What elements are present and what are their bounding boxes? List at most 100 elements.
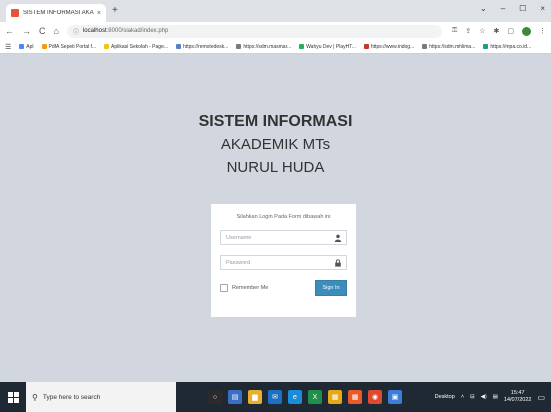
browser-toolbar: ← → C ⌂ ⓘ localhost:8000/siakad/index.ph… bbox=[0, 22, 551, 40]
bookmark-favicon-icon bbox=[299, 44, 305, 49]
bookmark-label: https://sdm.masmar... bbox=[243, 43, 292, 50]
bookmark-star-icon[interactable]: ☆ bbox=[479, 27, 485, 35]
key-icon[interactable]: ⚿ bbox=[452, 27, 457, 35]
language-icon[interactable]: ▤ bbox=[493, 394, 498, 400]
bookmark-item[interactable]: https://sdm.masmar... bbox=[236, 44, 291, 50]
windows-taskbar: ⚲ Type here to search ○ ▤ ▆ ✉ e X ▦ ▦ ◉ ▣ Desktop… bbox=[0, 382, 551, 412]
lock-icon bbox=[335, 259, 341, 267]
sign-in-button[interactable]: Sign In bbox=[315, 280, 347, 296]
tab-close-icon[interactable]: × bbox=[97, 10, 101, 17]
desktop-toolbar-label[interactable]: Desktop bbox=[435, 394, 455, 400]
remember-me-label: Remember Me bbox=[232, 285, 269, 291]
new-tab-button[interactable]: + bbox=[112, 5, 118, 16]
back-button[interactable]: ← bbox=[5, 26, 14, 36]
page-title: SISTEM INFORMASI AKADEMIK MTs NURUL HUDA bbox=[0, 112, 551, 178]
url-host: localhost bbox=[82, 28, 107, 34]
forward-button[interactable]: → bbox=[22, 26, 31, 36]
menu-kebab-icon[interactable]: ⋮ bbox=[539, 27, 546, 35]
bookmark-favicon-icon bbox=[41, 44, 47, 49]
app-orange-icon[interactable]: ▦ bbox=[348, 390, 362, 404]
minimize-button[interactable]: – bbox=[501, 4, 505, 13]
taskbar-search-box[interactable]: ⚲ Type here to search bbox=[26, 382, 176, 412]
app-blue-icon[interactable]: ▣ bbox=[388, 390, 402, 404]
close-window-button[interactable]: × bbox=[540, 4, 545, 13]
login-box: Silahkan Login Pada Form dibawah ini Rem… bbox=[211, 204, 356, 317]
url-path: :8000/siakad/index.php bbox=[106, 28, 169, 34]
app-yellow-icon[interactable]: ▦ bbox=[328, 390, 342, 404]
bookmark-item[interactable]: https://mpa.co.id... bbox=[483, 44, 531, 50]
profile-avatar-icon[interactable] bbox=[522, 26, 531, 36]
bookmark-label: https://www.indog... bbox=[370, 43, 415, 50]
bookmark-favicon-icon bbox=[236, 44, 242, 49]
bookmark-item[interactable]: Wahyu Dev | PlayHT... bbox=[299, 44, 356, 50]
bookmark-label: Wahyu Dev | PlayHT... bbox=[306, 43, 356, 50]
login-message: Silahkan Login Pada Form dibawah ini bbox=[236, 214, 331, 220]
clock-time: 15:47 bbox=[510, 390, 525, 396]
edge-icon[interactable]: e bbox=[288, 390, 302, 404]
taskbar-apps: ○ ▤ ▆ ✉ e X ▦ ▦ ◉ ▣ bbox=[208, 390, 402, 404]
bookmark-item[interactable]: https://www.indog... bbox=[363, 43, 415, 50]
toolbar-icons: ⚿ ⇪ ☆ ✱ ▢ ⋮ bbox=[452, 26, 546, 36]
bookmark-favicon-icon bbox=[363, 44, 369, 49]
bookmark-favicon-icon bbox=[422, 44, 428, 49]
mail-icon[interactable]: ✉ bbox=[268, 390, 282, 404]
title-line-2: AKADEMIK MTs bbox=[220, 136, 331, 153]
bookmark-item[interactable]: https://sdm.mhlima... bbox=[422, 44, 475, 50]
chevron-up-icon[interactable]: ˄ bbox=[461, 394, 464, 400]
title-line-1: SISTEM INFORMASI bbox=[198, 113, 353, 130]
system-tray: Desktop ˄ ⊟ ◀) ▤ 15:47 14/07/2022 ▭ bbox=[435, 390, 551, 404]
notification-icon[interactable]: ▭ bbox=[537, 393, 545, 402]
bookmark-label: Aplikasi Sekolah - Page... bbox=[111, 43, 169, 50]
username-input[interactable] bbox=[226, 234, 341, 241]
bookmark-label: Apl bbox=[26, 43, 34, 50]
bookmark-item[interactable]: PdfA Sepeti Portal f... bbox=[41, 43, 97, 50]
password-field-wrapper bbox=[220, 255, 347, 270]
task-view-icon[interactable]: ▤ bbox=[228, 390, 242, 404]
file-explorer-icon[interactable]: ▆ bbox=[248, 390, 262, 404]
reload-button[interactable]: C bbox=[39, 26, 46, 36]
bookmark-label: https://remotedesk... bbox=[183, 43, 229, 50]
bookmark-item[interactable]: https://remotedesk... bbox=[176, 44, 228, 50]
username-field-wrapper bbox=[220, 230, 347, 245]
clock-date: 14/07/2022 bbox=[503, 397, 532, 403]
volume-icon[interactable]: ◀) bbox=[481, 394, 487, 400]
bookmark-favicon-icon bbox=[483, 44, 489, 49]
browser-tab-bar: SISTEM INFORMASI AKADEMIK M × + ⌄ – ☐ × bbox=[0, 0, 551, 22]
extensions-icon[interactable]: ✱ bbox=[494, 27, 500, 35]
home-button[interactable]: ⌂ bbox=[54, 26, 59, 36]
apps-grid-icon[interactable]: ☰ bbox=[5, 43, 11, 51]
chrome-icon[interactable]: ◉ bbox=[368, 390, 382, 404]
tab-title: SISTEM INFORMASI AKADEMIK M bbox=[23, 10, 94, 16]
sidebar-icon[interactable]: ▢ bbox=[507, 27, 514, 35]
tab-search-icon[interactable]: ⌄ bbox=[480, 4, 487, 13]
bookmark-label: https://sdm.mhlima... bbox=[429, 43, 476, 50]
page-content: SISTEM INFORMASI AKADEMIK MTs NURUL HUDA… bbox=[0, 55, 551, 382]
user-icon bbox=[334, 234, 342, 242]
share-icon[interactable]: ⇪ bbox=[465, 27, 471, 35]
remember-me-checkbox[interactable] bbox=[220, 284, 228, 292]
cortana-icon[interactable]: ○ bbox=[208, 390, 222, 404]
bookmark-favicon-icon bbox=[176, 44, 182, 49]
windows-logo-icon bbox=[7, 391, 19, 403]
bookmark-favicon-icon bbox=[19, 44, 25, 49]
network-icon[interactable]: ⊟ bbox=[470, 394, 475, 400]
browser-tab[interactable]: SISTEM INFORMASI AKADEMIK M × bbox=[6, 4, 106, 22]
clock[interactable]: 15:47 14/07/2022 bbox=[504, 390, 532, 404]
excel-icon[interactable]: X bbox=[308, 390, 322, 404]
bookmark-label: PdfA Sepeti Portal f... bbox=[48, 43, 97, 50]
bookmark-label: https://mpa.co.id... bbox=[490, 43, 532, 50]
maximize-button[interactable]: ☐ bbox=[519, 4, 526, 13]
tab-favicon-icon bbox=[11, 9, 19, 17]
window-controls: ⌄ – ☐ × bbox=[480, 4, 545, 13]
password-input[interactable] bbox=[226, 259, 341, 266]
start-button[interactable] bbox=[0, 382, 26, 412]
address-bar[interactable]: ⓘ localhost:8000/siakad/index.php bbox=[66, 24, 443, 38]
title-line-3: NURUL HUDA bbox=[226, 159, 325, 176]
bookmark-item[interactable]: Aplikasi Sekolah - Page... bbox=[104, 44, 168, 50]
info-icon[interactable]: ⓘ bbox=[73, 27, 79, 36]
remember-me[interactable]: Remember Me bbox=[220, 284, 268, 292]
login-actions-row: Remember Me Sign In bbox=[220, 280, 347, 296]
search-icon: ⚲ bbox=[32, 392, 38, 402]
bookmarks-bar: ☰ Apl PdfA Sepeti Portal f... Aplikasi Seko… bbox=[0, 40, 551, 54]
bookmark-item[interactable]: Apl bbox=[19, 43, 34, 50]
